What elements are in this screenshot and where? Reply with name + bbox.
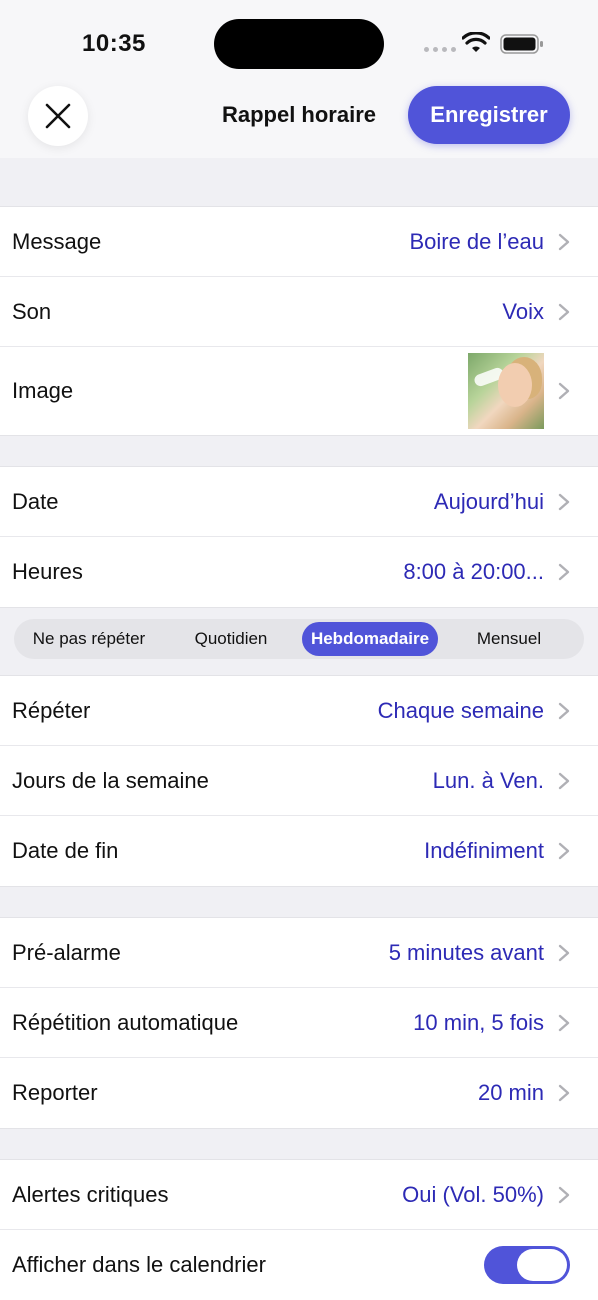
row-value: Chaque semaine: [377, 697, 544, 723]
repeat-segment-container: Ne pas répéter Quotidien Hebdomadaire Me…: [0, 608, 598, 676]
chevron-right-icon: [558, 1014, 570, 1031]
row-value: 20 min: [477, 1080, 544, 1105]
battery-icon: [500, 34, 543, 54]
save-button[interactable]: Enregistrer: [408, 86, 570, 144]
toggle-knob: [517, 1249, 567, 1281]
row-value: Voix: [502, 298, 544, 324]
message-row[interactable]: Message Boire de l’eau: [0, 207, 598, 277]
section-spacer: [0, 158, 598, 206]
row-label: Alertes critiques: [12, 1181, 169, 1207]
dynamic-island: [214, 19, 384, 69]
row-label: Répéter: [12, 697, 91, 723]
segment-no-repeat[interactable]: Ne pas répéter: [18, 622, 160, 656]
snooze-row[interactable]: Reporter 20 min: [0, 1058, 598, 1128]
row-value: Indéfiniment: [424, 838, 544, 863]
status-bar: 10:35: [0, 0, 598, 88]
alarm-group: Pré-alarme 5 minutes avant Répétition au…: [0, 917, 598, 1129]
chevron-right-icon: [558, 563, 570, 581]
segment-monthly[interactable]: Mensuel: [438, 622, 580, 656]
section-spacer: [0, 436, 598, 466]
cellular-signal-icon: [424, 47, 456, 52]
nav-bar: Rappel horaire Enregistrer: [0, 86, 598, 158]
row-label: Son: [12, 298, 52, 324]
chevron-right-icon: [558, 382, 570, 400]
show-in-calendar-row: Afficher dans le calendrier: [0, 1230, 598, 1300]
row-label: Répétition automatique: [12, 1009, 239, 1035]
show-in-calendar-toggle[interactable]: [484, 1246, 570, 1284]
row-label: Date: [12, 488, 59, 514]
row-label: Image: [12, 378, 74, 403]
repeat-segmented-control: Ne pas répéter Quotidien Hebdomadaire Me…: [14, 619, 584, 659]
chevron-right-icon: [558, 772, 570, 789]
chevron-right-icon: [558, 233, 570, 250]
chevron-right-icon: [558, 842, 570, 860]
schedule-group: Date Aujourd’hui Heures 8:00 à 20:00...: [0, 466, 598, 608]
row-label: Message: [12, 228, 102, 254]
row-value: Aujourd’hui: [433, 488, 544, 514]
chevron-right-icon: [558, 303, 570, 320]
row-label: Date de fin: [12, 838, 119, 863]
chevron-right-icon: [558, 1084, 570, 1102]
hours-row[interactable]: Heures 8:00 à 20:00...: [0, 537, 598, 607]
alerts-group: Alertes critiques Oui (Vol. 50%) Affiche…: [0, 1159, 598, 1300]
message-group: Message Boire de l’eau Son Voix Image: [0, 206, 598, 436]
repeat-row[interactable]: Répéter Chaque semaine: [0, 676, 598, 746]
chevron-right-icon: [558, 944, 570, 961]
row-label: Pré-alarme: [12, 939, 121, 965]
row-value: 5 minutes avant: [388, 939, 544, 965]
wifi-icon: [462, 32, 490, 52]
repeat-group: Répéter Chaque semaine Jours de la semai…: [0, 676, 598, 887]
image-thumbnail: [468, 353, 544, 429]
row-label: Jours de la semaine: [12, 767, 209, 793]
row-value: 10 min, 5 fois: [413, 1009, 544, 1035]
critical-alerts-row[interactable]: Alertes critiques Oui (Vol. 50%): [0, 1160, 598, 1230]
image-row[interactable]: Image: [0, 347, 598, 435]
chevron-right-icon: [558, 1186, 570, 1203]
row-label: Afficher dans le calendrier: [12, 1252, 266, 1277]
chevron-right-icon: [558, 493, 570, 510]
weekdays-row[interactable]: Jours de la semaine Lun. à Ven.: [0, 746, 598, 816]
row-value: Boire de l’eau: [409, 228, 544, 254]
end-date-row[interactable]: Date de fin Indéfiniment: [0, 816, 598, 886]
row-label: Reporter: [12, 1080, 98, 1105]
row-label: Heures: [12, 559, 83, 584]
auto-repeat-row[interactable]: Répétition automatique 10 min, 5 fois: [0, 988, 598, 1058]
section-spacer: [0, 887, 598, 917]
row-value: Lun. à Ven.: [432, 767, 544, 793]
segment-weekly[interactable]: Hebdomadaire: [302, 622, 438, 656]
pre-alarm-row[interactable]: Pré-alarme 5 minutes avant: [0, 918, 598, 988]
row-value: Oui (Vol. 50%): [402, 1181, 544, 1207]
status-time: 10:35: [82, 30, 146, 57]
segment-daily[interactable]: Quotidien: [160, 622, 302, 656]
settings-list: Message Boire de l’eau Son Voix Image Da…: [0, 158, 598, 1300]
row-value: 8:00 à 20:00...: [403, 559, 544, 584]
section-spacer: [0, 1129, 598, 1159]
date-row[interactable]: Date Aujourd’hui: [0, 467, 598, 537]
chevron-right-icon: [558, 702, 570, 719]
sound-row[interactable]: Son Voix: [0, 277, 598, 347]
